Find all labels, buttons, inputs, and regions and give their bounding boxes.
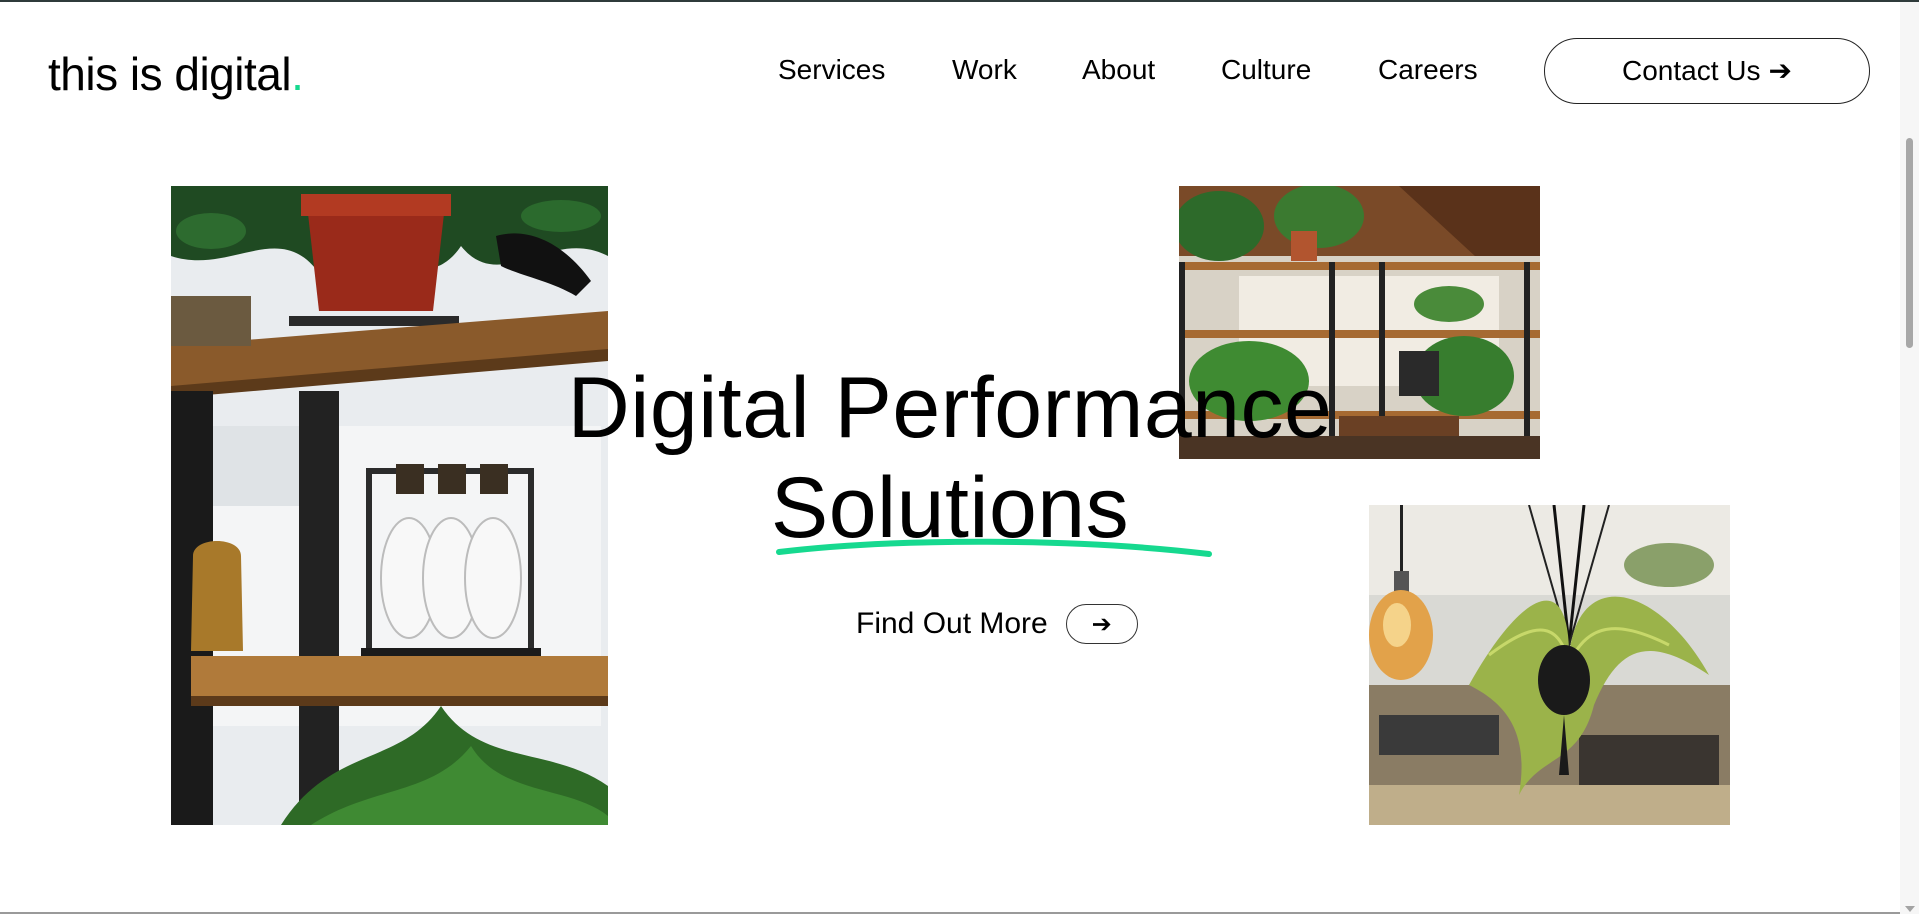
contact-us-label: Contact Us — [1622, 55, 1761, 86]
hero-title: Digital Performance Solutions — [400, 358, 1500, 558]
nav-services[interactable]: Services — [778, 54, 885, 86]
nav-work[interactable]: Work — [952, 54, 1017, 86]
scroll-down-arrow-icon[interactable] — [1905, 906, 1915, 912]
page: this is digital. Services Work About Cul… — [0, 2, 1900, 914]
nav-about[interactable]: About — [1082, 54, 1155, 86]
hero-title-line1: Digital Performance — [567, 360, 1333, 456]
logo-dot: . — [291, 48, 304, 100]
find-out-more-link[interactable]: Find Out More ➔ — [856, 604, 1138, 644]
nav-culture[interactable]: Culture — [1221, 54, 1311, 86]
nav-careers[interactable]: Careers — [1378, 54, 1478, 86]
logo-text: this is digital — [48, 48, 292, 100]
vertical-scrollbar[interactable] — [1900, 2, 1919, 914]
contact-us-button[interactable]: Contact Us ➔ — [1544, 38, 1870, 104]
site-logo[interactable]: this is digital. — [48, 46, 304, 102]
title-underline-decoration — [776, 538, 1212, 557]
arrow-right-icon[interactable]: ➔ — [1065, 604, 1138, 644]
scrollbar-thumb[interactable] — [1906, 138, 1913, 348]
find-out-more-label: Find Out More — [856, 607, 1048, 640]
arrow-right-icon: ➔ — [1768, 55, 1792, 86]
